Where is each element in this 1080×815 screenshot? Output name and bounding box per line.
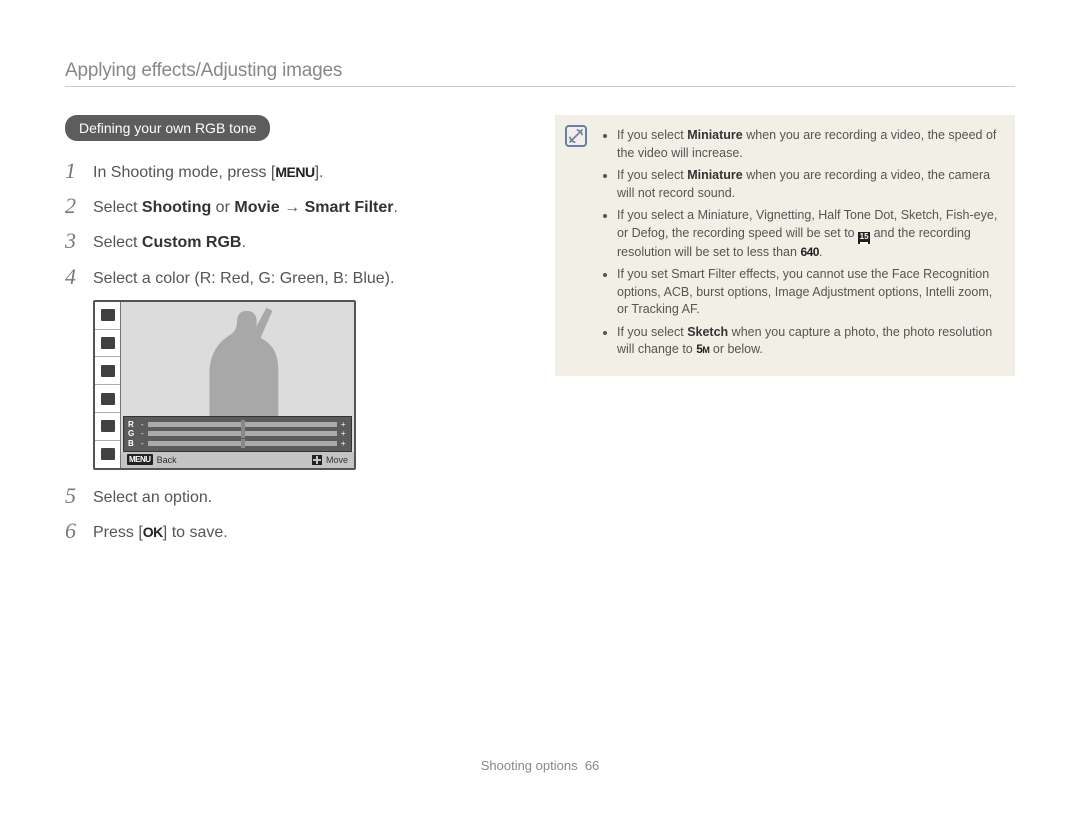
footer-label: Shooting options: [481, 758, 578, 773]
lcd-back-hint: MENU Back: [121, 454, 183, 465]
step-number: 4: [65, 265, 93, 289]
step-5: 5 Select an option.: [65, 484, 505, 509]
note-icon: [565, 125, 587, 147]
res-640-icon: 640: [800, 245, 819, 259]
step-text: .: [241, 234, 245, 251]
rgb-row-r: R- +: [128, 420, 347, 429]
slider-track: [148, 422, 337, 427]
info-bullet: If you select a Miniature, Vignetting, H…: [617, 207, 999, 261]
bold: Custom RGB: [142, 234, 242, 251]
menu-glyph-icon: MENU: [127, 454, 153, 465]
step-number: 1: [65, 159, 93, 183]
step-text: Select: [93, 234, 142, 251]
menu-button-label: MENU: [275, 164, 314, 180]
rgb-slider-panel: R-+ G-+ B-+: [123, 416, 352, 452]
lcd-sidebar: [95, 302, 121, 468]
column-right: If you select Miniature when you are rec…: [555, 115, 1015, 554]
minus-icon: -: [138, 439, 146, 448]
step-number: 5: [65, 484, 93, 508]
res-5m-icon: 5M: [696, 342, 709, 356]
minus-icon: -: [138, 420, 146, 429]
rgb-label: G: [128, 429, 138, 438]
lcd-mode-icon: [95, 302, 120, 330]
info-bullet: If you select Miniature when you are rec…: [617, 167, 999, 202]
page-header: Applying effects/Adjusting images: [65, 60, 1015, 87]
content-columns: Defining your own RGB tone 1 In Shooting…: [65, 115, 1015, 554]
step-1: 1 In Shooting mode, press [MENU].: [65, 159, 505, 184]
step-6: 6 Press [OK] to save.: [65, 519, 505, 544]
page-footer: Shooting options 66: [0, 758, 1080, 773]
info-bullet: If you set Smart Filter effects, you can…: [617, 266, 999, 319]
lcd-back-label: Back: [157, 455, 177, 465]
step-body: Select Custom RGB.: [93, 229, 246, 254]
plus-icon: +: [339, 439, 347, 448]
bold: Movie: [234, 199, 279, 216]
step-2: 2 Select Shooting or Movie → Smart Filte…: [65, 194, 505, 219]
step-body: Select Shooting or Movie → Smart Filter.: [93, 194, 398, 219]
step-4: 4 Select a color (R: Red, G: Green, B: B…: [65, 265, 505, 290]
rgb-label: B: [128, 439, 138, 448]
bold: Sketch: [687, 325, 728, 339]
bold: Miniature: [687, 128, 743, 142]
bold: Miniature: [687, 168, 743, 182]
lcd-footer: MENU Back Move: [121, 452, 354, 468]
fps-15-icon: 15: [858, 232, 870, 244]
step-body: Select an option.: [93, 484, 212, 509]
lcd-exposure-icon: [95, 330, 120, 358]
column-left: Defining your own RGB tone 1 In Shooting…: [65, 115, 505, 554]
info-bullet: If you select Miniature when you are rec…: [617, 127, 999, 162]
step-text: Press [: [93, 524, 143, 541]
step-text: or: [211, 199, 234, 216]
step-3: 3 Select Custom RGB.: [65, 229, 505, 254]
lcd-move-hint: Move: [306, 455, 354, 465]
rgb-row-b: B- +: [128, 439, 347, 448]
step-body: In Shooting mode, press [MENU].: [93, 159, 323, 184]
minus-icon: -: [138, 429, 146, 438]
step-body: Select a color (R: Red, G: Green, B: Blu…: [93, 265, 394, 290]
step-number: 2: [65, 194, 93, 218]
slider-track: [148, 431, 337, 436]
step-number: 6: [65, 519, 93, 543]
lcd-ev-icon: [95, 357, 120, 385]
plus-icon: +: [339, 420, 347, 429]
nav-cross-icon: [312, 455, 322, 465]
info-bullet: If you select Sketch when you capture a …: [617, 324, 999, 359]
lcd-face-icon: [95, 441, 120, 468]
section-pill: Defining your own RGB tone: [65, 115, 270, 141]
slider-track: [148, 441, 337, 446]
ok-button-label: OK: [143, 524, 163, 540]
step-text: ].: [315, 164, 324, 181]
step-number: 3: [65, 229, 93, 253]
lcd-preview: [121, 302, 354, 418]
lcd-photo-icon: [95, 413, 120, 441]
lcd-iso-icon: [95, 385, 120, 413]
info-box: If you select Miniature when you are rec…: [555, 115, 1015, 376]
bold: Shooting: [142, 199, 211, 216]
step-text: ] to save.: [163, 524, 228, 541]
plus-icon: +: [339, 429, 347, 438]
lcd-screenshot: R-+ G-+ B-+ MENU Back Move: [93, 300, 356, 470]
rgb-label: R: [128, 420, 138, 429]
footer-page-number: 66: [585, 758, 599, 773]
step-text: In Shooting mode, press [: [93, 164, 275, 181]
step-text: .: [394, 199, 398, 216]
bold: Smart Filter: [305, 199, 394, 216]
rgb-row-g: G- +: [128, 429, 347, 438]
lcd-move-label: Move: [326, 455, 348, 465]
step-body: Press [OK] to save.: [93, 519, 228, 544]
info-list: If you select Miniature when you are rec…: [603, 127, 999, 359]
step-text: Select: [93, 199, 142, 216]
arrow-icon: →: [280, 199, 305, 216]
